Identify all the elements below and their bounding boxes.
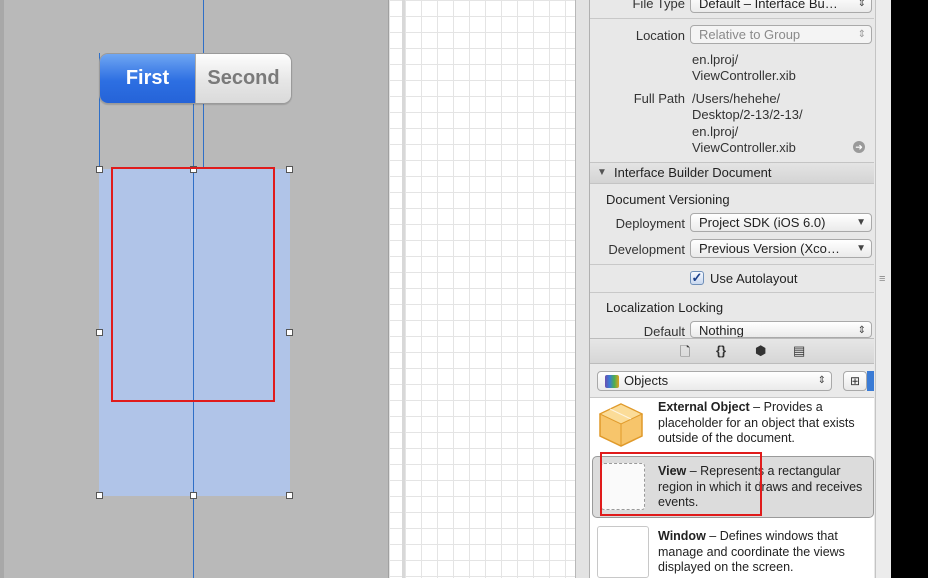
section-title: Interface Builder Document xyxy=(614,165,772,180)
segmented-control[interactable]: First Second xyxy=(99,53,292,104)
development-label: Development xyxy=(608,242,685,257)
file-template-icon[interactable]: 🗋 xyxy=(680,343,690,365)
development-value: Previous Version (Xco… xyxy=(699,241,840,256)
file-type-value: Default – Interface Bu… xyxy=(699,0,838,11)
deployment-label: Deployment xyxy=(615,216,685,231)
default-value: Nothing xyxy=(699,323,744,338)
localization-locking-title: Localization Locking xyxy=(606,300,724,315)
location-label: Location xyxy=(635,28,685,43)
full-path-label: Full Path xyxy=(633,91,685,106)
location-value: Relative to Group xyxy=(699,27,801,42)
default-popup[interactable]: Nothing ⇕ xyxy=(690,321,872,338)
stepper-arrows-icon: ⇕ xyxy=(817,375,826,386)
library-selector-value: Objects xyxy=(624,373,669,388)
resize-handle-left[interactable] xyxy=(96,329,103,336)
full-path-line-1: /Users/hehehe/ xyxy=(692,91,781,106)
editor-grid-area[interactable] xyxy=(388,0,575,578)
section-header-ib-document[interactable]: ▼ Interface Builder Document xyxy=(590,162,874,184)
resize-handle-top-left[interactable] xyxy=(96,166,103,173)
stepper-arrows-icon: ⇕ xyxy=(857,0,866,9)
external-object-cube-icon xyxy=(598,402,644,448)
resize-handle-top-right[interactable] xyxy=(286,166,293,173)
divider xyxy=(590,264,874,265)
code-snippet-icon[interactable]: {} xyxy=(716,343,726,358)
deployment-value: Project SDK (iOS 6.0) xyxy=(699,215,826,230)
autolayout-checkbox[interactable]: ✓ xyxy=(690,271,704,285)
location-path-1: en.lproj/ xyxy=(692,52,739,67)
stepper-arrows-icon: ⇕ xyxy=(857,29,866,40)
document-versioning-title: Document Versioning xyxy=(606,192,730,207)
file-type-popup[interactable]: Default – Interface Bu… ⇕ xyxy=(690,0,872,13)
window-icon xyxy=(597,526,649,578)
grid-view-toggle-icon[interactable]: ⊞ xyxy=(843,371,867,391)
chevron-down-icon: ▼ xyxy=(856,243,866,254)
resize-handle-bottom[interactable] xyxy=(190,492,197,499)
reveal-in-finder-icon[interactable]: ➜ xyxy=(853,141,865,153)
list-view-toggle[interactable] xyxy=(867,371,874,391)
full-path-line-3: en.lproj/ xyxy=(692,124,739,139)
default-label: Default xyxy=(643,324,685,339)
resize-handle-right[interactable] xyxy=(286,329,293,336)
location-popup[interactable]: Relative to Group ⇕ xyxy=(690,25,872,44)
file-type-label: File Type xyxy=(632,0,685,11)
segment-first[interactable]: First xyxy=(100,54,195,103)
window-name: Window xyxy=(658,529,706,543)
disclosure-triangle-icon: ▼ xyxy=(597,167,607,178)
divider xyxy=(590,18,874,19)
resize-handle-bottom-right[interactable] xyxy=(286,492,293,499)
window-description: Window – Defines windows that manage and… xyxy=(658,529,874,576)
object-library-icon[interactable]: ⬢ xyxy=(755,343,766,359)
full-path-line-2: Desktop/2-13/2-13/ xyxy=(692,107,803,122)
library-tab-bar: 🗋 {} ⬢ ▤ xyxy=(590,338,874,364)
development-popup[interactable]: Previous Version (Xco… ▼ xyxy=(690,239,872,258)
split-view-divider[interactable] xyxy=(575,0,589,578)
segment-second[interactable]: Second xyxy=(195,54,291,103)
window-resize-strip[interactable] xyxy=(875,0,891,578)
autolayout-label: Use Autolayout xyxy=(710,271,798,286)
canvas-edge xyxy=(0,0,4,578)
full-path-line-4: ViewController.xib xyxy=(692,140,796,155)
grid-divider xyxy=(402,0,405,578)
external-object-description: External Object – Provides a placeholder… xyxy=(658,400,874,447)
xib-canvas[interactable]: First Second xyxy=(0,0,388,578)
divider xyxy=(590,292,874,293)
highlight-box xyxy=(111,167,275,402)
media-library-icon[interactable]: ▤ xyxy=(793,343,805,359)
library-selector[interactable]: Objects ⇕ xyxy=(597,371,832,391)
library-books-icon xyxy=(605,375,619,388)
chevron-down-icon: ▼ xyxy=(856,217,866,228)
deployment-popup[interactable]: Project SDK (iOS 6.0) ▼ xyxy=(690,213,872,232)
stepper-arrows-icon: ⇕ xyxy=(857,325,866,336)
drag-handle-icon[interactable]: ≡ xyxy=(879,273,885,285)
location-path-2: ViewController.xib xyxy=(692,68,796,83)
external-object-name: External Object xyxy=(658,400,750,414)
highlight-box xyxy=(600,452,762,516)
screen-edge xyxy=(891,0,928,578)
resize-handle-bottom-left[interactable] xyxy=(96,492,103,499)
